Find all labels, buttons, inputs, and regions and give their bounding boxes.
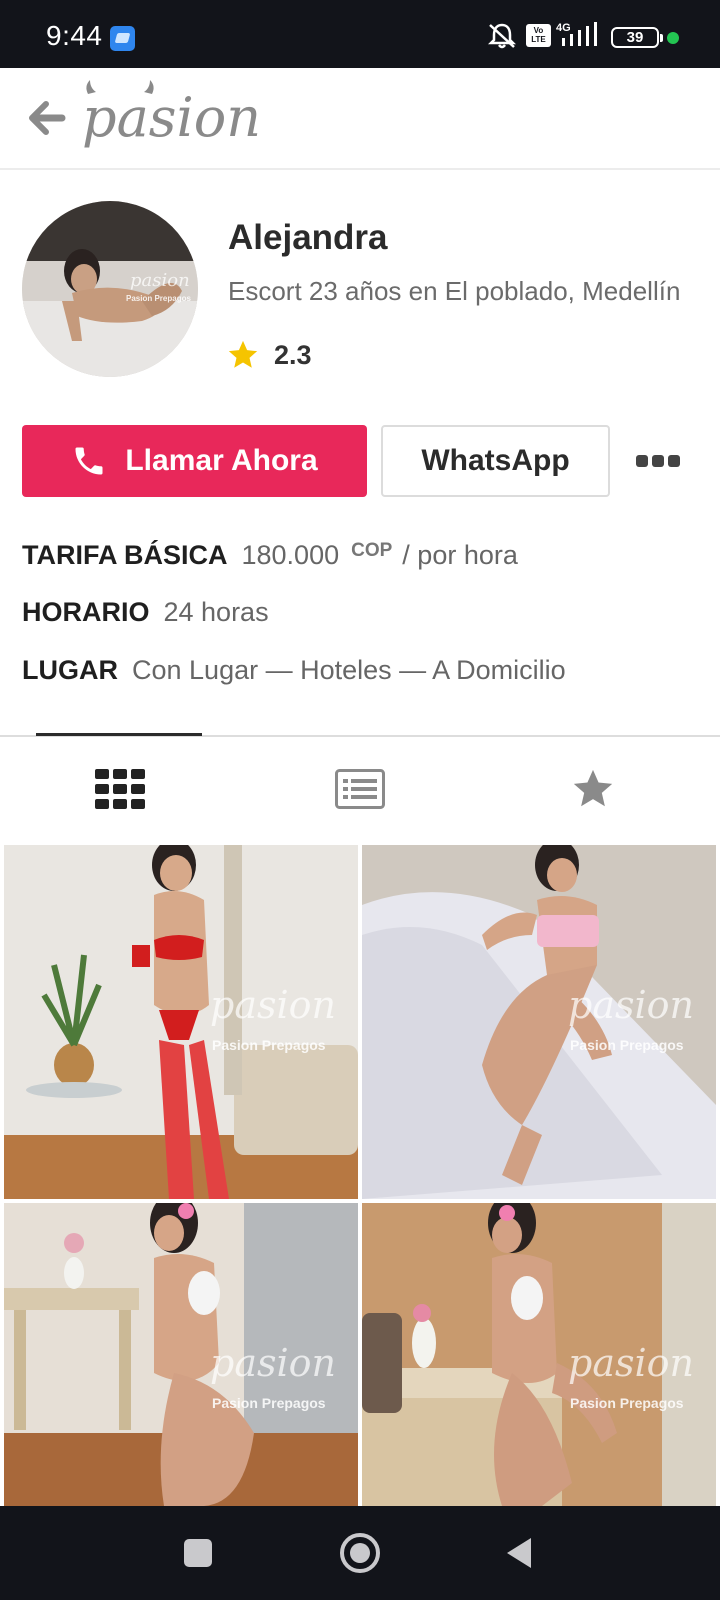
app-header: pasion bbox=[0, 68, 720, 170]
tab-grid[interactable] bbox=[0, 740, 240, 838]
schedule-row: HORARIO 24 horas bbox=[22, 597, 269, 628]
logo-text: pasion bbox=[82, 86, 261, 149]
avatar-caption: Pasion Prepagos bbox=[126, 294, 191, 303]
active-tab-indicator bbox=[36, 733, 202, 736]
watermark-caption: Pasion Prepagos bbox=[212, 1395, 326, 1411]
rate-unit: / por hora bbox=[402, 540, 518, 570]
rating-star-icon bbox=[228, 340, 258, 368]
pasion-logo: pasion bbox=[82, 80, 261, 149]
system-nav-bar bbox=[0, 1506, 720, 1600]
status-icons: Vo LTE 4G 39 bbox=[460, 20, 720, 50]
gallery-photo-3[interactable]: pasion Pasion Prepagos bbox=[4, 1203, 358, 1506]
profile-subtitle: Escort 23 años en El poblado, Medellín bbox=[228, 276, 681, 306]
more-options-icon[interactable] bbox=[630, 445, 686, 475]
watermark-caption: Pasion Prepagos bbox=[570, 1037, 684, 1053]
grid-icon bbox=[95, 769, 145, 809]
gallery-photo-4[interactable]: pasion Pasion Prepagos bbox=[362, 1203, 716, 1506]
profile-name: Alejandra bbox=[228, 218, 388, 257]
back-triangle-icon[interactable] bbox=[497, 1528, 547, 1578]
status-bar: 9:44 Vo LTE 4G 39 bbox=[0, 0, 720, 68]
volte-icon: Vo LTE bbox=[526, 24, 551, 47]
rate-currency: COP bbox=[351, 540, 393, 561]
gallery-photo-1[interactable]: pasion Pasion Prepagos bbox=[4, 845, 358, 1199]
app-notification-icon bbox=[110, 26, 135, 51]
battery-icon: 39 bbox=[611, 27, 663, 48]
rate-value: 180.000 bbox=[241, 540, 340, 570]
schedule-label: HORARIO bbox=[22, 597, 150, 627]
gallery-photo-2[interactable]: pasion Pasion Prepagos bbox=[362, 845, 716, 1199]
watermark-logo: pasion bbox=[210, 1341, 336, 1385]
home-circle-icon[interactable] bbox=[335, 1528, 385, 1578]
privacy-indicator-dot bbox=[667, 32, 679, 44]
place-value: Con Lugar — Hoteles — A Domicilio bbox=[132, 655, 566, 685]
watermark-logo: pasion bbox=[568, 983, 694, 1027]
rating-value: 2.3 bbox=[274, 340, 312, 370]
place-row: LUGAR Con Lugar — Hoteles — A Domicilio bbox=[22, 655, 566, 686]
mute-icon bbox=[487, 23, 517, 49]
call-now-label: Llamar Ahora bbox=[125, 444, 318, 477]
watermark-logo: pasion bbox=[210, 983, 336, 1027]
phone-icon bbox=[75, 447, 103, 475]
whatsapp-label: WhatsApp bbox=[421, 444, 570, 477]
signal-icon: 4G bbox=[556, 22, 597, 46]
back-arrow-icon[interactable] bbox=[24, 96, 68, 140]
network-type-label: 4G bbox=[556, 22, 571, 34]
recents-square-icon[interactable] bbox=[173, 1528, 223, 1578]
whatsapp-button[interactable]: WhatsApp bbox=[381, 425, 610, 497]
status-time: 9:44 bbox=[46, 20, 103, 51]
avatar[interactable]: pasion Pasion Prepagos bbox=[22, 201, 198, 377]
rate-row: TARIFA BÁSICA 180.000 COP / por hora bbox=[22, 540, 518, 571]
tab-list[interactable] bbox=[240, 740, 480, 838]
list-icon bbox=[335, 769, 385, 809]
avatar-watermark: pasion bbox=[130, 270, 190, 291]
star-icon bbox=[573, 769, 613, 807]
schedule-value: 24 horas bbox=[163, 597, 269, 627]
watermark-logo: pasion bbox=[568, 1341, 694, 1385]
call-now-button[interactable]: Llamar Ahora bbox=[22, 425, 367, 497]
watermark-caption: Pasion Prepagos bbox=[570, 1395, 684, 1411]
rate-label: TARIFA BÁSICA bbox=[22, 540, 228, 570]
watermark-caption: Pasion Prepagos bbox=[212, 1037, 326, 1053]
place-label: LUGAR bbox=[22, 655, 118, 685]
tab-favorites[interactable] bbox=[473, 740, 713, 838]
